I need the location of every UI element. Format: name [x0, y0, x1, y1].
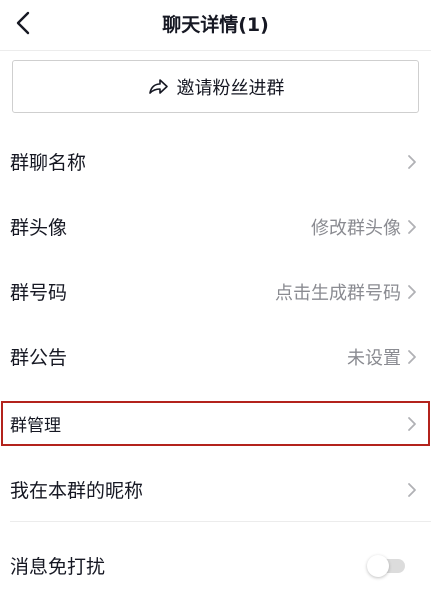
- chevron-left-icon: [6, 4, 46, 44]
- back-button[interactable]: [6, 4, 46, 44]
- my-group-nickname-label: 我在本群的昵称: [10, 480, 144, 502]
- my-group-nickname-row[interactable]: 我在本群的昵称: [0, 457, 431, 522]
- chevron-right-icon: [406, 415, 418, 433]
- group-announcement-label: 群公告: [10, 347, 68, 369]
- chevron-right-icon: [406, 348, 418, 366]
- group-management-label: 群管理: [10, 416, 61, 436]
- group-announcement-value: 未设置: [347, 347, 401, 369]
- group-avatar-row[interactable]: 群头像 修改群头像: [0, 194, 431, 259]
- toggle-knob: [367, 555, 389, 577]
- chevron-right-icon: [406, 283, 418, 301]
- do-not-disturb-label: 消息免打扰: [10, 556, 106, 578]
- section-divider: [10, 521, 431, 522]
- chevron-right-icon: [406, 153, 418, 171]
- group-avatar-value: 修改群头像: [311, 217, 401, 239]
- group-name-label: 群聊名称: [10, 152, 87, 174]
- group-name-row[interactable]: 群聊名称: [0, 129, 431, 194]
- group-number-value: 点击生成群号码: [275, 282, 401, 304]
- chevron-right-icon: [406, 481, 418, 499]
- do-not-disturb-toggle[interactable]: [367, 555, 407, 577]
- chat-details-page: 聊天详情(1) 邀请粉丝进群 群聊名称 群头像 修改群头像 群号码 点击生成群号…: [0, 0, 431, 595]
- group-number-label: 群号码: [10, 282, 68, 304]
- invite-fans-button[interactable]: 邀请粉丝进群: [12, 60, 419, 113]
- chevron-right-icon: [406, 218, 418, 236]
- header-divider: [0, 50, 431, 51]
- invite-fans-label: 邀请粉丝进群: [176, 77, 285, 99]
- group-management-row[interactable]: 群管理: [0, 401, 431, 446]
- header: 聊天详情(1): [0, 0, 431, 48]
- share-icon: [147, 76, 169, 98]
- group-number-row[interactable]: 群号码 点击生成群号码: [0, 259, 431, 324]
- group-announcement-row[interactable]: 群公告 未设置: [0, 324, 431, 389]
- page-title: 聊天详情(1): [162, 14, 269, 36]
- group-avatar-label: 群头像: [10, 217, 68, 239]
